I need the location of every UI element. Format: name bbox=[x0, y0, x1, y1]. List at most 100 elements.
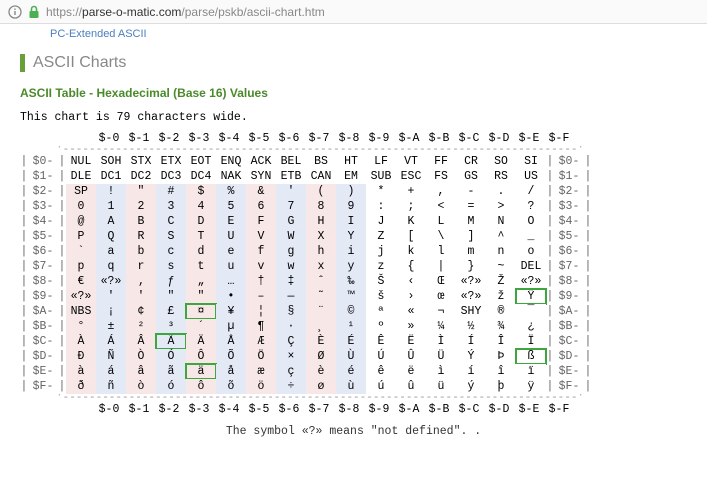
ascii-cell: £ bbox=[156, 304, 186, 319]
col-header: $-2 bbox=[154, 402, 184, 417]
ascii-cell: » bbox=[396, 319, 426, 334]
ascii-cell: Í bbox=[456, 334, 486, 349]
ascii-cell: D bbox=[186, 214, 216, 229]
row-label: $1- bbox=[554, 169, 584, 184]
row-label: $E- bbox=[554, 364, 584, 379]
ascii-cell: " bbox=[186, 289, 216, 304]
ascii-cell: h bbox=[306, 244, 336, 259]
ascii-cell: y bbox=[336, 259, 366, 274]
ascii-cell: Ý bbox=[456, 349, 486, 364]
row-label: $A- bbox=[28, 304, 58, 319]
ascii-cell: + bbox=[396, 184, 426, 199]
row-label: $7- bbox=[554, 259, 584, 274]
ascii-cell: > bbox=[486, 199, 516, 214]
ascii-cell: ! bbox=[96, 184, 126, 199]
ascii-cell: Y bbox=[336, 229, 366, 244]
ascii-cell: Ò bbox=[126, 349, 156, 364]
row-label: $6- bbox=[554, 244, 584, 259]
ascii-cell: æ bbox=[246, 364, 276, 379]
ascii-cell: ê bbox=[366, 364, 396, 379]
ascii-cell: = bbox=[456, 199, 486, 214]
ascii-cell: º bbox=[366, 319, 396, 334]
breadcrumb[interactable]: PC-Extended ASCII bbox=[20, 24, 687, 44]
ascii-cell: Ù bbox=[336, 349, 366, 364]
ascii-cell: Š bbox=[366, 274, 396, 289]
ascii-cell: N bbox=[486, 214, 516, 229]
ascii-cell: ‚ bbox=[126, 274, 156, 289]
ascii-cell: é bbox=[336, 364, 366, 379]
ascii-cell: «?» bbox=[456, 274, 486, 289]
ascii-cell: _ bbox=[516, 229, 546, 244]
url-text: https://parse-o-matic.com/parse/pskb/asc… bbox=[46, 5, 325, 19]
col-header: $-4 bbox=[214, 402, 244, 417]
col-header: $-6 bbox=[274, 131, 304, 146]
row-label: $C- bbox=[28, 334, 58, 349]
ascii-cell: ETX bbox=[156, 154, 186, 169]
ascii-cell: SO bbox=[486, 154, 516, 169]
ascii-cell: ´ bbox=[186, 319, 216, 334]
col-header: $-8 bbox=[334, 131, 364, 146]
ascii-cell: È bbox=[306, 334, 336, 349]
ascii-cell: 5 bbox=[216, 199, 246, 214]
lock-icon bbox=[28, 5, 40, 19]
ascii-cell: ] bbox=[456, 229, 486, 244]
ascii-cell: ¢ bbox=[126, 304, 156, 319]
ascii-cell: ü bbox=[426, 379, 456, 394]
ascii-cell: BS bbox=[306, 154, 336, 169]
ascii-cell: NBS bbox=[66, 304, 96, 319]
ascii-cell: DLE bbox=[66, 169, 96, 184]
row-label: $4- bbox=[554, 214, 584, 229]
ascii-cell: ž bbox=[486, 289, 516, 304]
ascii-cell: " bbox=[126, 184, 156, 199]
ascii-cell: / bbox=[516, 184, 546, 199]
ascii-cell: | bbox=[426, 259, 456, 274]
ascii-cell: n bbox=[486, 244, 516, 259]
ascii-cell: d bbox=[186, 244, 216, 259]
ascii-cell: 2 bbox=[126, 199, 156, 214]
col-header: $-C bbox=[454, 131, 484, 146]
ascii-cell: $ bbox=[186, 184, 216, 199]
ascii-cell: J bbox=[366, 214, 396, 229]
ascii-cell: ; bbox=[396, 199, 426, 214]
ascii-cell: Ñ bbox=[96, 349, 126, 364]
ascii-cell: - bbox=[456, 184, 486, 199]
col-header: $-3 bbox=[184, 131, 214, 146]
ascii-cell: š bbox=[366, 289, 396, 304]
ascii-cell: Ú bbox=[366, 349, 396, 364]
ascii-cell: ý bbox=[456, 379, 486, 394]
col-header: $-1 bbox=[124, 131, 154, 146]
ascii-cell: ò bbox=[126, 379, 156, 394]
row-label: $0- bbox=[28, 154, 58, 169]
ascii-cell: CR bbox=[456, 154, 486, 169]
ascii-cell: M bbox=[456, 214, 486, 229]
ascii-cell: [ bbox=[396, 229, 426, 244]
ascii-cell: LF bbox=[366, 154, 396, 169]
col-header: $-8 bbox=[334, 402, 364, 417]
table-row: |$4-|@ABCDEFGHIJKLMNO|$4-| bbox=[20, 214, 687, 229]
address-bar[interactable]: https://parse-o-matic.com/parse/pskb/asc… bbox=[0, 0, 707, 24]
col-header: $-6 bbox=[274, 402, 304, 417]
ascii-cell: ¤ bbox=[186, 304, 216, 319]
col-header: $-D bbox=[484, 402, 514, 417]
ascii-cell: ¡ bbox=[96, 304, 126, 319]
ascii-cell: ì bbox=[426, 364, 456, 379]
row-label: $8- bbox=[554, 274, 584, 289]
row-label: $3- bbox=[554, 199, 584, 214]
col-header: $-5 bbox=[244, 131, 274, 146]
ascii-cell: A bbox=[96, 214, 126, 229]
ascii-cell: Ç bbox=[276, 334, 306, 349]
ascii-cell: ¨ bbox=[306, 304, 336, 319]
ascii-cell: « bbox=[396, 304, 426, 319]
ascii-cell: Ë bbox=[396, 334, 426, 349]
ascii-cell: DC3 bbox=[156, 169, 186, 184]
ascii-cell: › bbox=[396, 289, 426, 304]
ascii-cell: 9 bbox=[336, 199, 366, 214]
row-label: $5- bbox=[554, 229, 584, 244]
ascii-cell: Ó bbox=[156, 349, 186, 364]
ascii-cell: ù bbox=[336, 379, 366, 394]
ascii-cell: RS bbox=[486, 169, 516, 184]
ascii-cell: * bbox=[366, 184, 396, 199]
ascii-cell: ESC bbox=[396, 169, 426, 184]
ascii-cell: Æ bbox=[246, 334, 276, 349]
ascii-cell: þ bbox=[486, 379, 516, 394]
